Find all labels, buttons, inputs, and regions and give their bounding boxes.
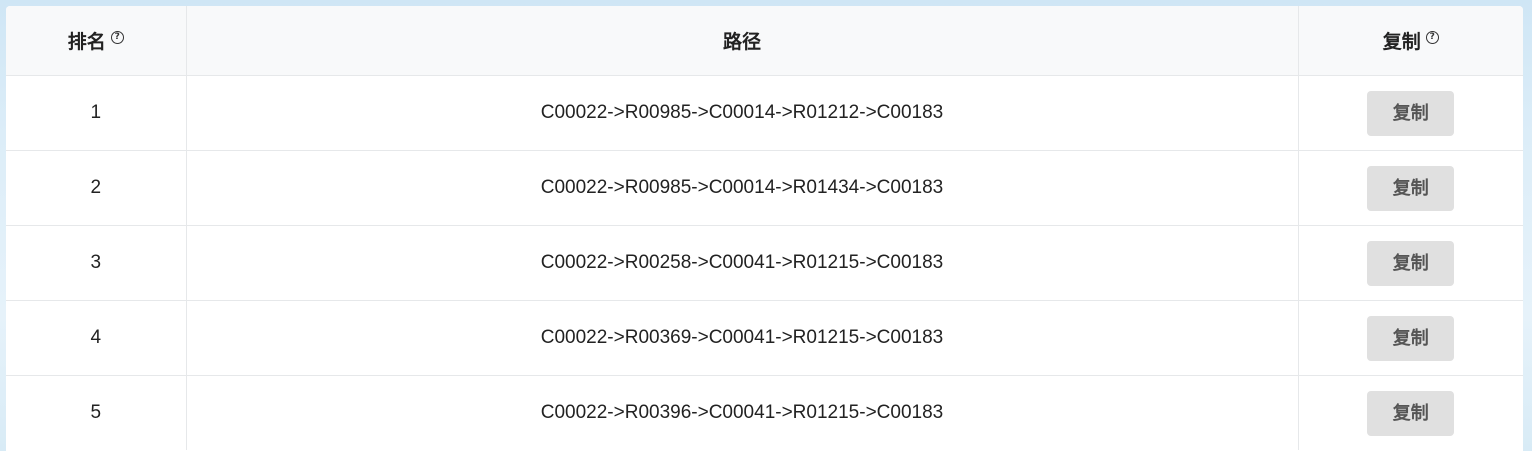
header-copy: 复制? bbox=[1298, 6, 1523, 76]
rank-cell: 2 bbox=[6, 150, 187, 226]
path-cell: C00022->R00369->C00041->R01215->C00183 bbox=[186, 300, 1299, 376]
header-path-label: 路径 bbox=[722, 32, 761, 53]
rank-cell: 1 bbox=[6, 75, 187, 151]
copy-button[interactable]: 复制 bbox=[1367, 390, 1455, 436]
header-rank-label: 排名 bbox=[67, 32, 106, 53]
header-copy-label: 复制 bbox=[1382, 32, 1421, 53]
table-row: 1 C00022->R00985->C00014->R01212->C00183… bbox=[6, 75, 1523, 151]
path-cell: C00022->R00985->C00014->R01434->C00183 bbox=[186, 150, 1299, 226]
copy-button[interactable]: 复制 bbox=[1367, 165, 1455, 211]
path-cell: C00022->R00258->C00041->R01215->C00183 bbox=[186, 225, 1299, 301]
copy-cell: 复制 bbox=[1298, 75, 1523, 151]
table-row: 5 C00022->R00396->C00041->R01215->C00183… bbox=[6, 375, 1523, 451]
path-cell: C00022->R00985->C00014->R01212->C00183 bbox=[186, 75, 1299, 151]
table-row: 2 C00022->R00985->C00014->R01434->C00183… bbox=[6, 150, 1523, 226]
header-rank: 排名? bbox=[6, 6, 187, 76]
path-cell: C00022->R00396->C00041->R01215->C00183 bbox=[186, 375, 1299, 450]
path-ranking-table: 排名? 路径 复制? 1 C00022->R00985->C00014->R01… bbox=[6, 6, 1523, 450]
table-row: 3 C00022->R00258->C00041->R01215->C00183… bbox=[6, 225, 1523, 301]
copy-button[interactable]: 复制 bbox=[1367, 240, 1455, 286]
table-row: 4 C00022->R00369->C00041->R01215->C00183… bbox=[6, 300, 1523, 376]
copy-cell: 复制 bbox=[1298, 376, 1523, 451]
help-icon[interactable]: ? bbox=[1425, 31, 1439, 44]
copy-cell: 复制 bbox=[1298, 150, 1523, 226]
copy-button[interactable]: 复制 bbox=[1367, 315, 1455, 361]
rank-cell: 5 bbox=[6, 375, 187, 450]
help-icon[interactable]: ? bbox=[110, 31, 124, 44]
copy-cell: 复制 bbox=[1298, 300, 1523, 376]
results-panel: 排名? 路径 复制? 1 C00022->R00985->C00014->R01… bbox=[6, 6, 1523, 451]
rank-cell: 4 bbox=[6, 300, 187, 376]
copy-button[interactable]: 复制 bbox=[1367, 90, 1455, 136]
table-header-row: 排名? 路径 复制? bbox=[6, 6, 1523, 76]
copy-cell: 复制 bbox=[1298, 225, 1523, 301]
rank-cell: 3 bbox=[6, 225, 187, 301]
header-path: 路径 bbox=[186, 6, 1299, 76]
